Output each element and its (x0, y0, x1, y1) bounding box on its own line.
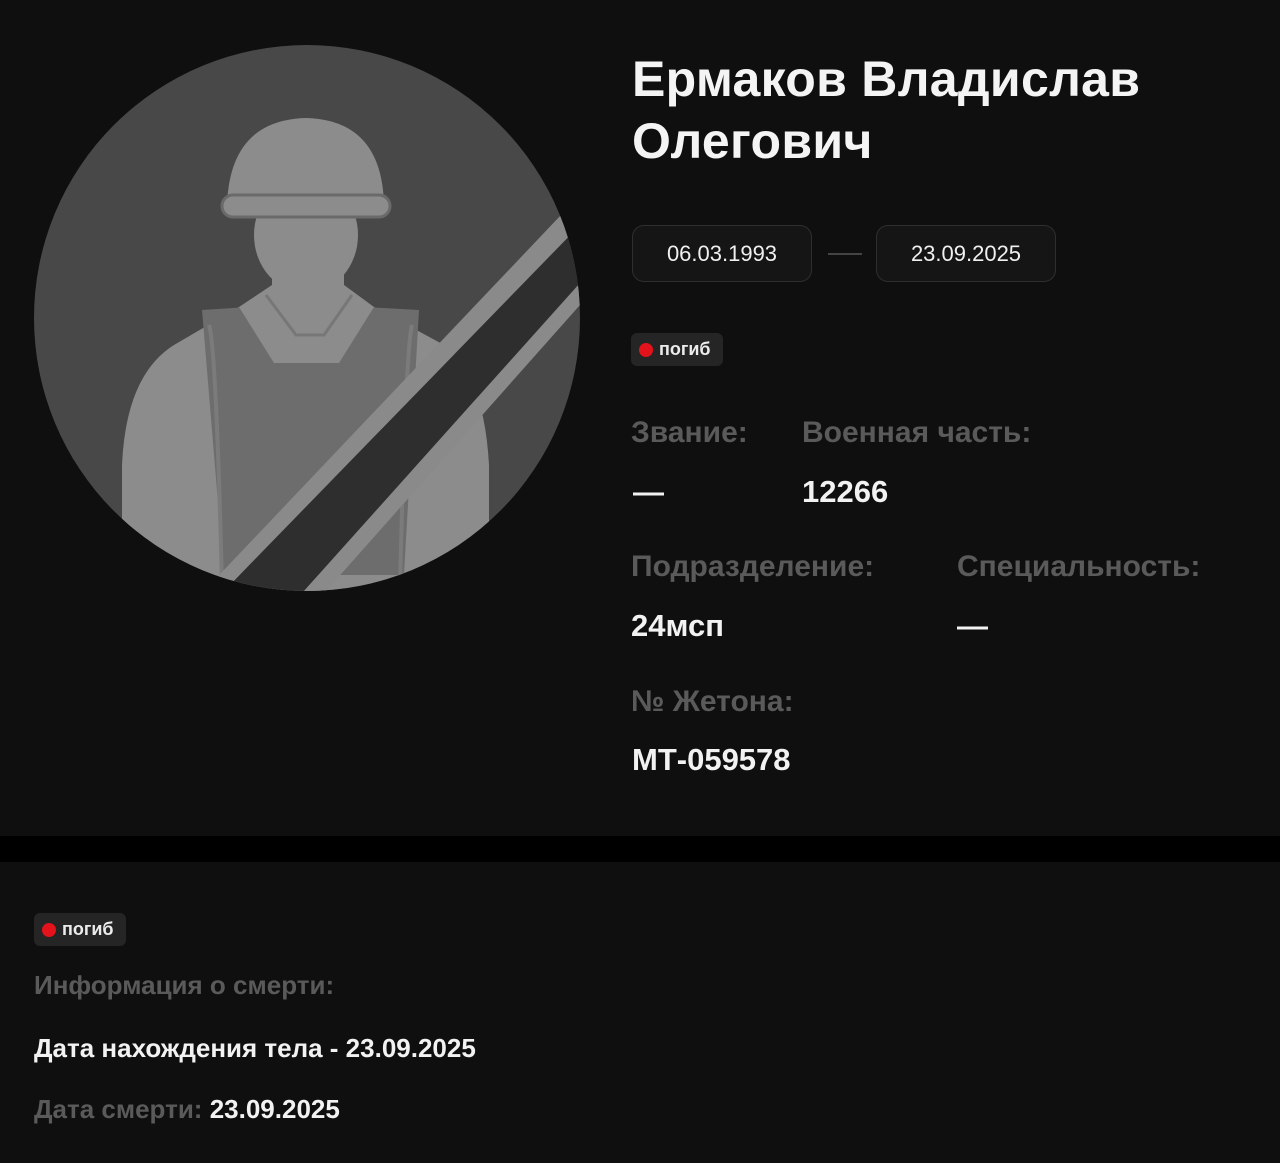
status-dot-icon (639, 342, 653, 357)
profile-card: Ермаков Владислав Олегович 06.03.1993 23… (0, 0, 1280, 836)
body-found-date: Дата нахождения тела - 23.09.2025 (34, 1033, 476, 1063)
unit-label: Военная часть: (802, 416, 1032, 449)
specialty-label: Специальность: (957, 550, 1201, 583)
death-date-line: Дата смерти: 23.09.2025 (34, 1094, 340, 1125)
status-label: погиб (659, 339, 711, 359)
token-label: № Жетона: (631, 685, 794, 718)
death-date: 23.09.2025 (876, 225, 1056, 282)
birth-date: 06.03.1993 (632, 225, 812, 282)
status-label: погиб (62, 919, 114, 939)
death-info-title: Информация о смерти: (34, 970, 335, 1000)
status-dot-icon (42, 922, 56, 937)
death-date-label: Дата смерти: (34, 1094, 210, 1124)
status-badge: погиб (34, 913, 126, 946)
person-name: Ермаков Владислав Олегович (632, 51, 1141, 169)
soldier-avatar-icon (34, 45, 580, 591)
death-info-card: погиб Информация о смерти: Дата нахожден… (0, 862, 1280, 1163)
rank-label: Звание: (631, 416, 748, 449)
token-value: МТ-059578 (632, 742, 791, 777)
status-badge: погиб (631, 333, 723, 366)
division-value: 24мсп (631, 608, 724, 643)
date-separator (828, 253, 862, 255)
rank-value: — (633, 474, 664, 509)
specialty-value: — (957, 608, 988, 643)
death-date-value: 23.09.2025 (209, 1094, 340, 1124)
unit-value: 12266 (802, 474, 889, 509)
division-label: Подразделение: (631, 550, 875, 583)
